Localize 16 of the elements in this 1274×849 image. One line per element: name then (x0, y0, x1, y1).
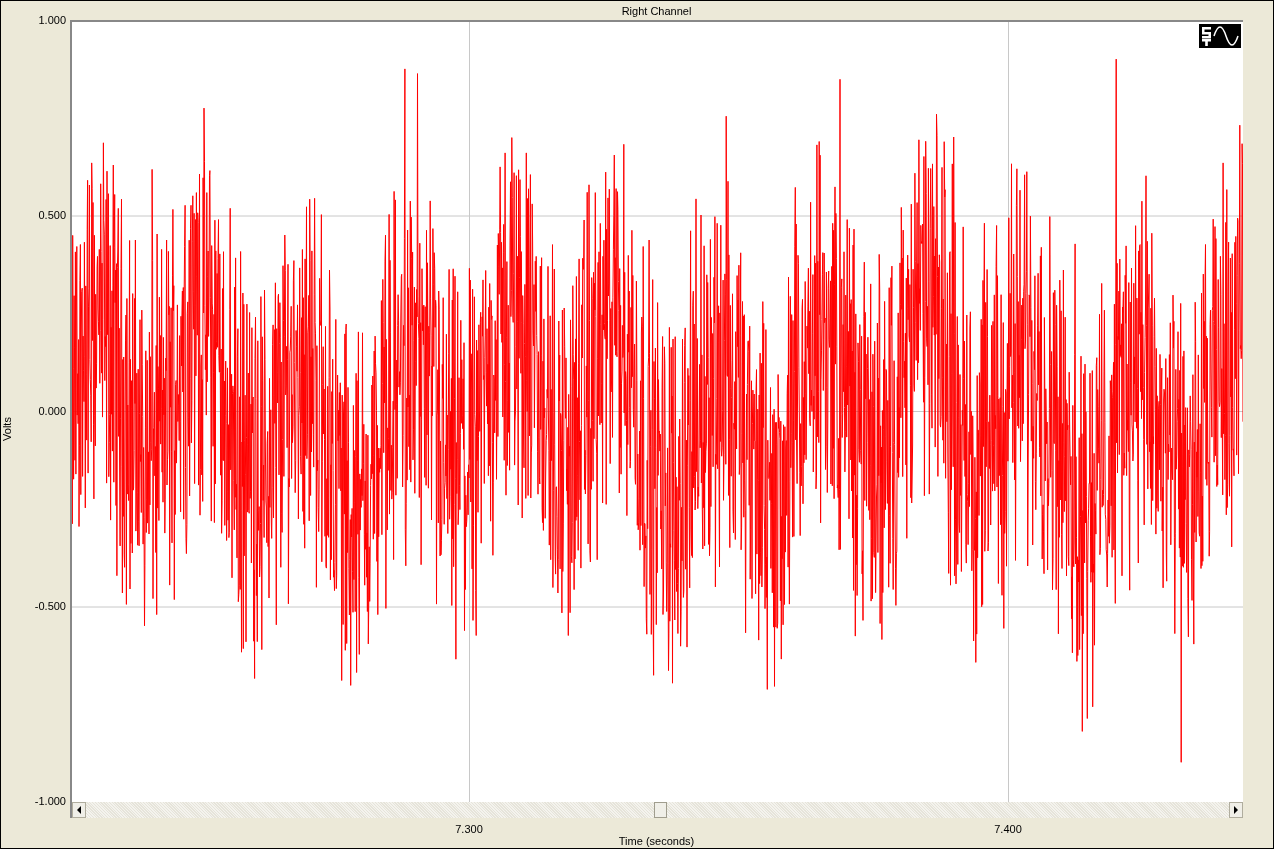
y-tick-label: 0.500 (38, 209, 66, 222)
right-arrow-icon (1233, 806, 1239, 814)
y-tick-label: -0.500 (34, 599, 66, 612)
x-tick-label: 7.400 (994, 823, 1022, 835)
y-tick-label: -1.000 (34, 795, 66, 807)
scroll-right-button[interactable] (1229, 802, 1243, 818)
scroll-left-button[interactable] (72, 802, 86, 818)
waveform-icon[interactable] (1199, 24, 1241, 48)
scrollbar-thumb[interactable] (654, 802, 667, 818)
x-tick-label: 7.300 (455, 823, 483, 835)
chart-title: Right Channel (621, 4, 692, 17)
y-tick-label: 1.000 (38, 14, 66, 26)
y-axis-label: Volts (1, 417, 13, 441)
x-axis-label: Time (seconds) (618, 835, 695, 847)
left-arrow-icon (76, 806, 82, 814)
y-tick-label: 0.000 (38, 404, 66, 417)
